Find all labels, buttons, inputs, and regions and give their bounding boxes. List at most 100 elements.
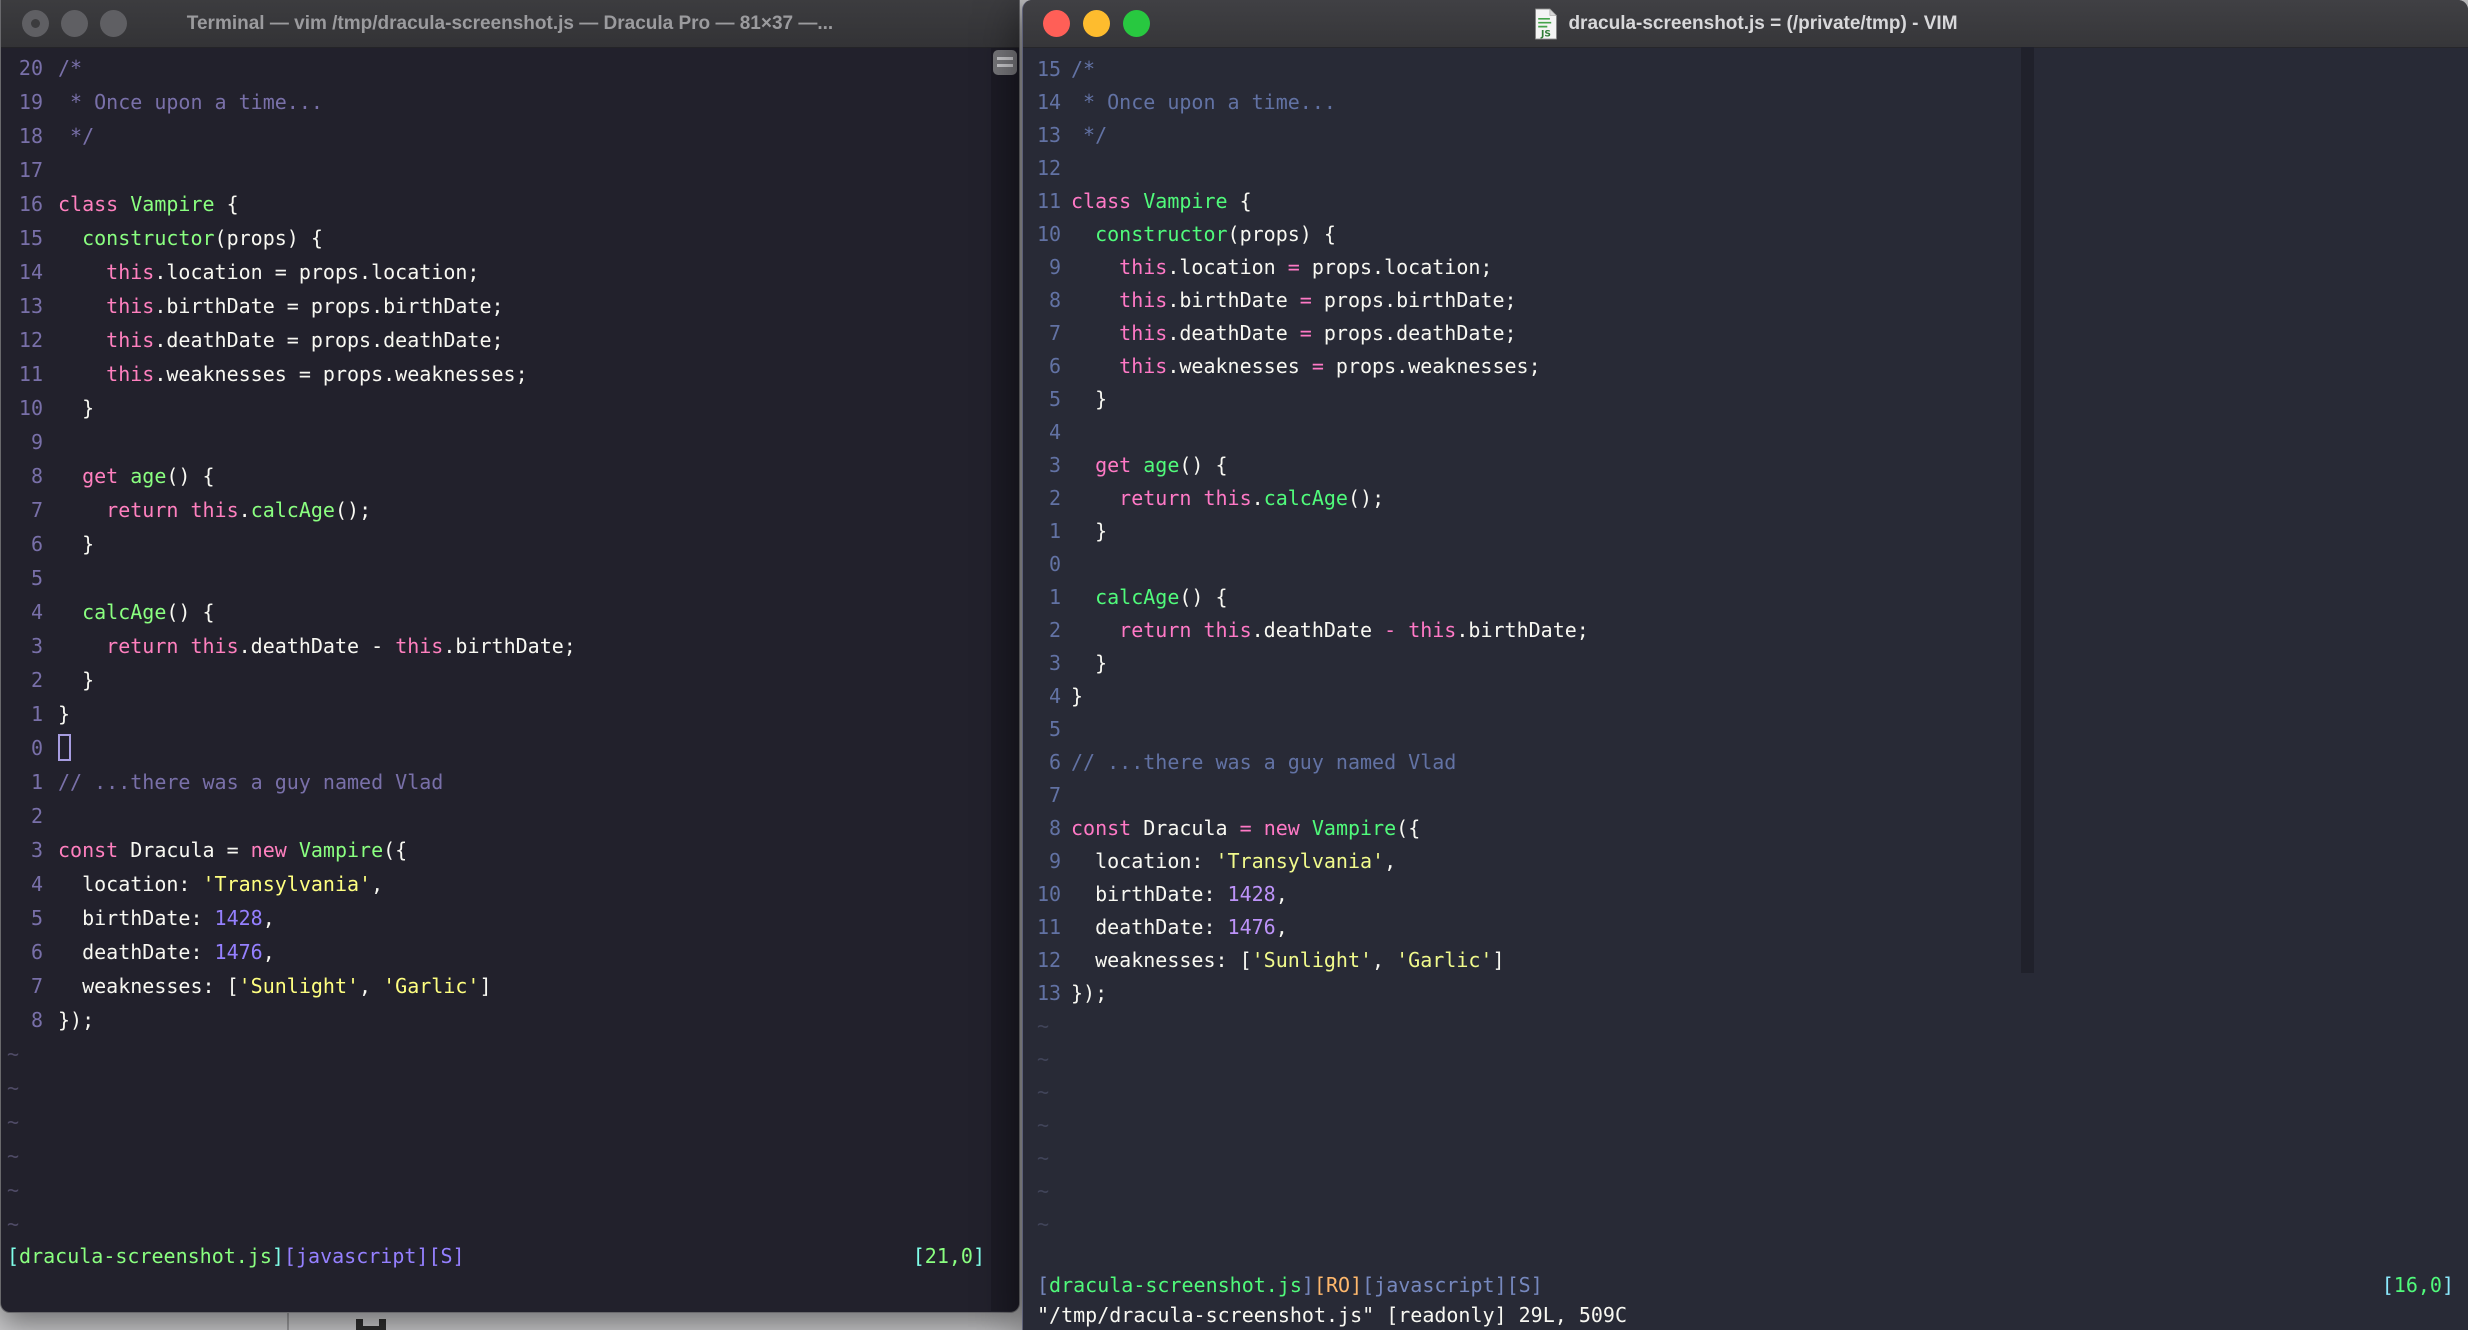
line-number: 8 bbox=[1037, 816, 1062, 840]
line-number: 5 bbox=[18, 566, 43, 590]
line-number: 4 bbox=[1037, 420, 1062, 444]
line-number: 13 bbox=[18, 294, 43, 318]
code-line: 6 this.weaknesses = props.weaknesses; bbox=[1037, 350, 2452, 383]
macvim-statusline: [dracula-screenshot.js][RO][javascript][… bbox=[1037, 1270, 2454, 1300]
code-line: 13}); bbox=[1037, 977, 2452, 1010]
edited-dot-icon bbox=[31, 19, 40, 28]
line-number: 1 bbox=[1037, 585, 1062, 609]
macvim-buffer[interactable]: 15/* 14 * Once upon a time... 13 */12 11 cla… bbox=[1023, 47, 2468, 1268]
code-line: 4 calcAge() { bbox=[7, 595, 989, 629]
terminal-vim-statusline: [dracula-screenshot.js][javascript][S] [… bbox=[7, 1239, 985, 1273]
line-number: 11 bbox=[1037, 189, 1062, 213]
code-line: 1 } bbox=[1037, 515, 2452, 548]
line-number: 9 bbox=[1037, 255, 1062, 279]
line-number: 6 bbox=[1037, 354, 1062, 378]
code-line: 14 this.location = props.location; bbox=[7, 255, 989, 289]
code-line: 7 return this.calcAge(); bbox=[7, 493, 989, 527]
line-number: 6 bbox=[18, 940, 43, 964]
terminal-vim-commandline bbox=[7, 1273, 985, 1307]
line-number: 15 bbox=[18, 226, 43, 250]
line-number: 4 bbox=[18, 872, 43, 896]
line-number: 11 bbox=[1037, 915, 1062, 939]
line-number: 12 bbox=[18, 328, 43, 352]
minimize-button[interactable] bbox=[61, 10, 88, 37]
code-line: 9 bbox=[7, 425, 989, 459]
code-line: 17 bbox=[7, 153, 989, 187]
code-line: 19 * Once upon a time... bbox=[7, 85, 989, 119]
line-number: 3 bbox=[18, 634, 43, 658]
line-number: 8 bbox=[1037, 288, 1062, 312]
line-number: 8 bbox=[18, 464, 43, 488]
code-line: 3 const Dracula = new Vampire({ bbox=[7, 833, 989, 867]
macvim-titlebar[interactable]: JS dracula-screenshot.js = (/private/tmp… bbox=[1023, 0, 2468, 48]
code-line: 8 const Dracula = new Vampire({ bbox=[1037, 812, 2452, 845]
statusline-file-info: [dracula-screenshot.js][javascript][S] bbox=[7, 1244, 465, 1268]
code-line: 6 deathDate: 1476, bbox=[7, 935, 989, 969]
line-number: 5 bbox=[18, 906, 43, 930]
code-line: 20/* bbox=[7, 51, 989, 85]
terminal-scrollbar-widget[interactable] bbox=[993, 50, 1017, 75]
code-line: 13 this.birthDate = props.birthDate; bbox=[7, 289, 989, 323]
line-number: 13 bbox=[1037, 123, 1062, 147]
line-number: 7 bbox=[18, 498, 43, 522]
code-line: 11 this.weaknesses = props.weaknesses; bbox=[7, 357, 989, 391]
code-line: 16 class Vampire { bbox=[7, 187, 989, 221]
empty-line-tilde: ~ bbox=[1037, 1014, 1050, 1038]
macvim-scrollbar-thumb[interactable] bbox=[2021, 47, 2034, 973]
empty-line-tilde: ~ bbox=[7, 1178, 20, 1202]
line-number: 4 bbox=[18, 600, 43, 624]
line-number: 2 bbox=[18, 804, 43, 828]
line-number: 1 bbox=[18, 770, 43, 794]
close-button[interactable] bbox=[22, 10, 49, 37]
line-number: 7 bbox=[1037, 783, 1062, 807]
code-line: 5 birthDate: 1428, bbox=[7, 901, 989, 935]
code-line: 18 */ bbox=[7, 119, 989, 153]
code-line: 1 calcAge() { bbox=[1037, 581, 2452, 614]
empty-line-tilde: ~ bbox=[7, 1212, 20, 1236]
code-line: 3 return this.deathDate - this.birthDate… bbox=[7, 629, 989, 663]
code-line: 1} bbox=[7, 697, 989, 731]
line-number: 16 bbox=[18, 192, 43, 216]
code-line: 0 bbox=[1037, 548, 2452, 581]
empty-line-tilde: ~ bbox=[7, 1076, 20, 1100]
line-number: 19 bbox=[18, 90, 43, 114]
code-line: 10 birthDate: 1428, bbox=[1037, 878, 2452, 911]
line-number: 15 bbox=[1037, 57, 1062, 81]
line-number: 5 bbox=[1037, 717, 1062, 741]
line-number: 9 bbox=[1037, 849, 1062, 873]
code-line: 14 * Once upon a time... bbox=[1037, 86, 2452, 119]
zoom-button[interactable] bbox=[100, 10, 127, 37]
code-line: 2 return this.calcAge(); bbox=[1037, 482, 2452, 515]
line-number: 5 bbox=[1037, 387, 1062, 411]
code-line: 12 weaknesses: ['Sunlight', 'Garlic'] bbox=[1037, 944, 2452, 977]
terminal-window: Terminal — vim /tmp/dracula-screenshot.j… bbox=[0, 0, 1020, 1313]
empty-line-tilde: ~ bbox=[1037, 1080, 1050, 1104]
line-number: 3 bbox=[1037, 453, 1062, 477]
line-number: 8 bbox=[18, 1008, 43, 1032]
code-line: 6// ...there was a guy named Vlad bbox=[1037, 746, 2452, 779]
minimize-button[interactable] bbox=[1083, 10, 1110, 37]
terminal-vim-buffer[interactable]: 20/* 19 * Once upon a time... 18 */17 16 cla… bbox=[1, 47, 1019, 1237]
line-number: 6 bbox=[1037, 750, 1062, 774]
code-line: 15 constructor(props) { bbox=[7, 221, 989, 255]
vim-cursor bbox=[58, 734, 71, 761]
line-number: 7 bbox=[18, 974, 43, 998]
terminal-window-title: Terminal — vim /tmp/dracula-screenshot.j… bbox=[186, 13, 834, 34]
code-line: 0 bbox=[7, 731, 989, 765]
line-number: 3 bbox=[18, 838, 43, 862]
terminal-titlebar[interactable]: Terminal — vim /tmp/dracula-screenshot.j… bbox=[1, 0, 1019, 48]
js-file-icon: JS bbox=[1535, 7, 1558, 39]
line-number: 18 bbox=[18, 124, 43, 148]
code-line: 8}); bbox=[7, 1003, 989, 1037]
code-line: 7 weaknesses: ['Sunlight', 'Garlic'] bbox=[7, 969, 989, 1003]
terminal-scrollbar[interactable] bbox=[991, 48, 1019, 1311]
code-line: 4 location: 'Transylvania', bbox=[7, 867, 989, 901]
close-button[interactable] bbox=[1043, 10, 1070, 37]
code-line: 4 bbox=[1037, 416, 2452, 449]
line-number: 10 bbox=[1037, 222, 1062, 246]
statusline-file-info: [dracula-screenshot.js][RO][javascript][… bbox=[1037, 1273, 1543, 1297]
empty-line-tilde: ~ bbox=[1037, 1212, 1050, 1236]
line-number: 10 bbox=[1037, 882, 1062, 906]
empty-line-tilde: ~ bbox=[7, 1110, 20, 1134]
zoom-button[interactable] bbox=[1123, 10, 1150, 37]
